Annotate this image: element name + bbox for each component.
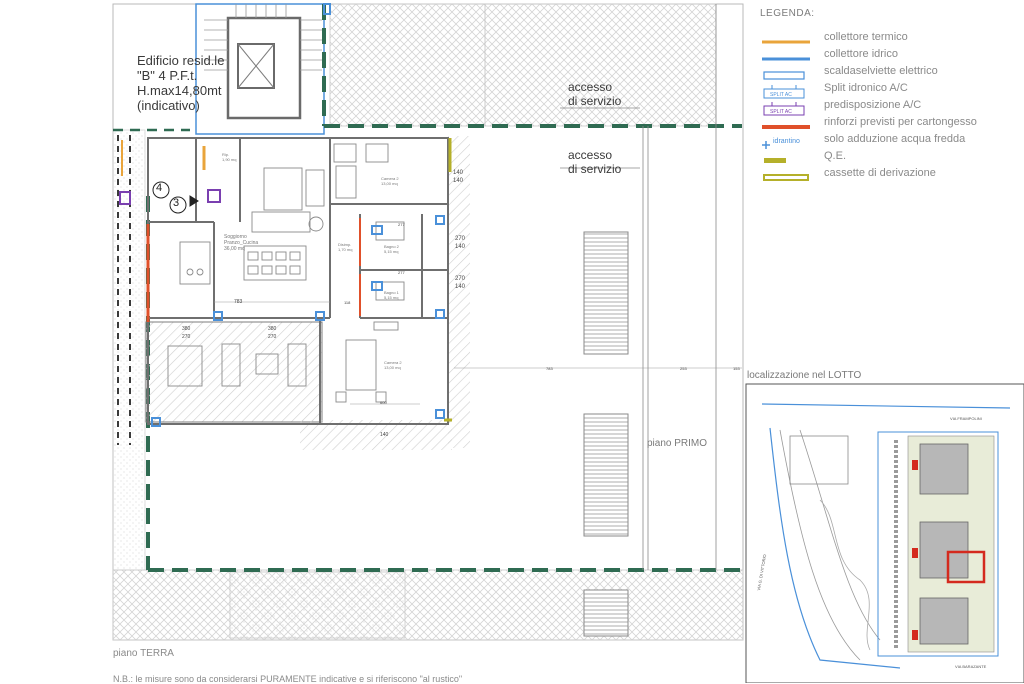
room-disimp: Disimp. 1,70 mq <box>338 242 353 252</box>
cold-water-tag: idrantino <box>773 138 800 145</box>
access-label-1: accesso di servizio <box>568 80 622 108</box>
dim-label: 380 <box>182 326 191 332</box>
marker-3: 3 <box>173 197 180 209</box>
legend-item-cold-water: idrantino solo adduzione acqua fredda <box>760 133 1020 149</box>
grille-bottom <box>583 413 629 537</box>
grille-top <box>583 231 629 355</box>
street-label: VIA BARAZANTE <box>955 664 987 669</box>
legend-label: rinforzi previsti per cartongesso <box>824 116 977 128</box>
dim-label: 140 <box>380 432 389 438</box>
building-name-line1: Edificio resid.le <box>137 53 225 68</box>
dim-label: 140 <box>453 178 464 184</box>
dim-label: 783 <box>546 366 553 371</box>
dim-label: 380 <box>268 326 277 332</box>
location-map <box>745 383 1024 683</box>
neighbour-hatch <box>329 3 717 127</box>
split-ac-tag: SPLIT AC <box>770 92 792 98</box>
legend-label: solo adduzione acqua fredda <box>824 133 966 145</box>
dim-label: 270 <box>455 276 466 282</box>
access-label-2: accesso di servizio <box>568 148 622 176</box>
dim-label: 600 <box>380 400 387 405</box>
room-bagno2: Bagno 2 5,15 mq <box>384 244 399 254</box>
legend-item-split-ac: SPLIT AC Split idronico A/C <box>760 82 1020 99</box>
bottom-strip <box>112 569 744 641</box>
legend-label: Split idronico A/C <box>824 82 908 94</box>
water-line-icon <box>760 51 812 63</box>
legend-item-junction-box: cassette di derivazione <box>760 167 1020 183</box>
building-label: Edificio resid.le "B" 4 P.F.t. H.max14,8… <box>137 53 224 113</box>
dim-label: 153 <box>733 366 740 371</box>
marker-4: 4 <box>156 182 163 194</box>
dim-label: 140 <box>455 284 466 290</box>
dim-label: 253 <box>680 366 687 371</box>
ac-prep-icon: SPLIT AC <box>760 102 812 116</box>
room-soggiorno: Soggiorno Pranzo_Cucina 36,00 mq <box>224 234 259 252</box>
dim-label: 270 <box>182 334 191 340</box>
legend-item-thermal: collettore termico <box>760 31 1020 47</box>
legend-label: predisposizione A/C <box>824 99 922 111</box>
cold-water-icon: idrantino <box>760 136 812 149</box>
room-bagno1: Bagno 1 5,15 mq <box>384 290 399 300</box>
dim-label: 783 <box>234 299 243 305</box>
floor-label-first: piano PRIMO <box>647 438 708 449</box>
terrace-hatch <box>145 321 323 423</box>
junction-box-icon <box>760 170 812 182</box>
towel-heater-icon <box>760 68 812 80</box>
dim-label: 270 <box>455 236 466 242</box>
building-name-line3: H.max14,80mt <box>137 83 222 98</box>
room-camera2-bottom: Camera 2 13,00 mq <box>384 360 402 370</box>
dim-label: 277 <box>398 270 405 275</box>
dim-label: 140 <box>453 170 464 176</box>
legend-title: LEGENDA: <box>760 8 815 19</box>
legend-label: collettore idrico <box>824 48 898 60</box>
dim-label: 277 <box>398 222 405 227</box>
room-camera2-top: Camera 2 13,00 mq <box>381 176 399 186</box>
legend-item-water: collettore idrico <box>760 48 1020 64</box>
legend-label: collettore termico <box>824 31 908 43</box>
electric-panel-icon <box>760 153 812 165</box>
legend-label: cassette di derivazione <box>824 167 936 179</box>
building-name-line4: (indicativo) <box>137 98 200 113</box>
reinforcement-line-icon <box>760 119 812 131</box>
legend-label: scaldaselviette elettrico <box>824 65 938 77</box>
room-rip: Rip. 1,90 mq <box>222 152 237 162</box>
thermal-line-icon <box>760 34 812 46</box>
ac-prep-tag: SPLIT AC <box>770 109 792 115</box>
dim-label: 140 <box>455 244 466 250</box>
floor-label-ground: piano TERRA <box>113 648 174 659</box>
dim-label: 270 <box>268 334 277 340</box>
legend-item-reinforcement: rinforzi previsti per cartongesso <box>760 116 1020 132</box>
legend-item-towel-heater: scaldaselviette elettrico <box>760 65 1020 81</box>
dim-label: 118 <box>344 300 351 305</box>
legend-label: Q.E. <box>824 150 847 162</box>
building-name-line2: "B" 4 P.F.t. <box>137 68 198 83</box>
split-ac-icon: SPLIT AC <box>760 85 812 99</box>
street-label: VIA FRAMPOLINI <box>950 416 982 421</box>
legend-item-electric-panel: Q.E. <box>760 150 1020 166</box>
location-title: localizzazione nel LOTTO <box>747 370 862 381</box>
legend-item-ac-prep: SPLIT AC predisposizione A/C <box>760 99 1020 116</box>
